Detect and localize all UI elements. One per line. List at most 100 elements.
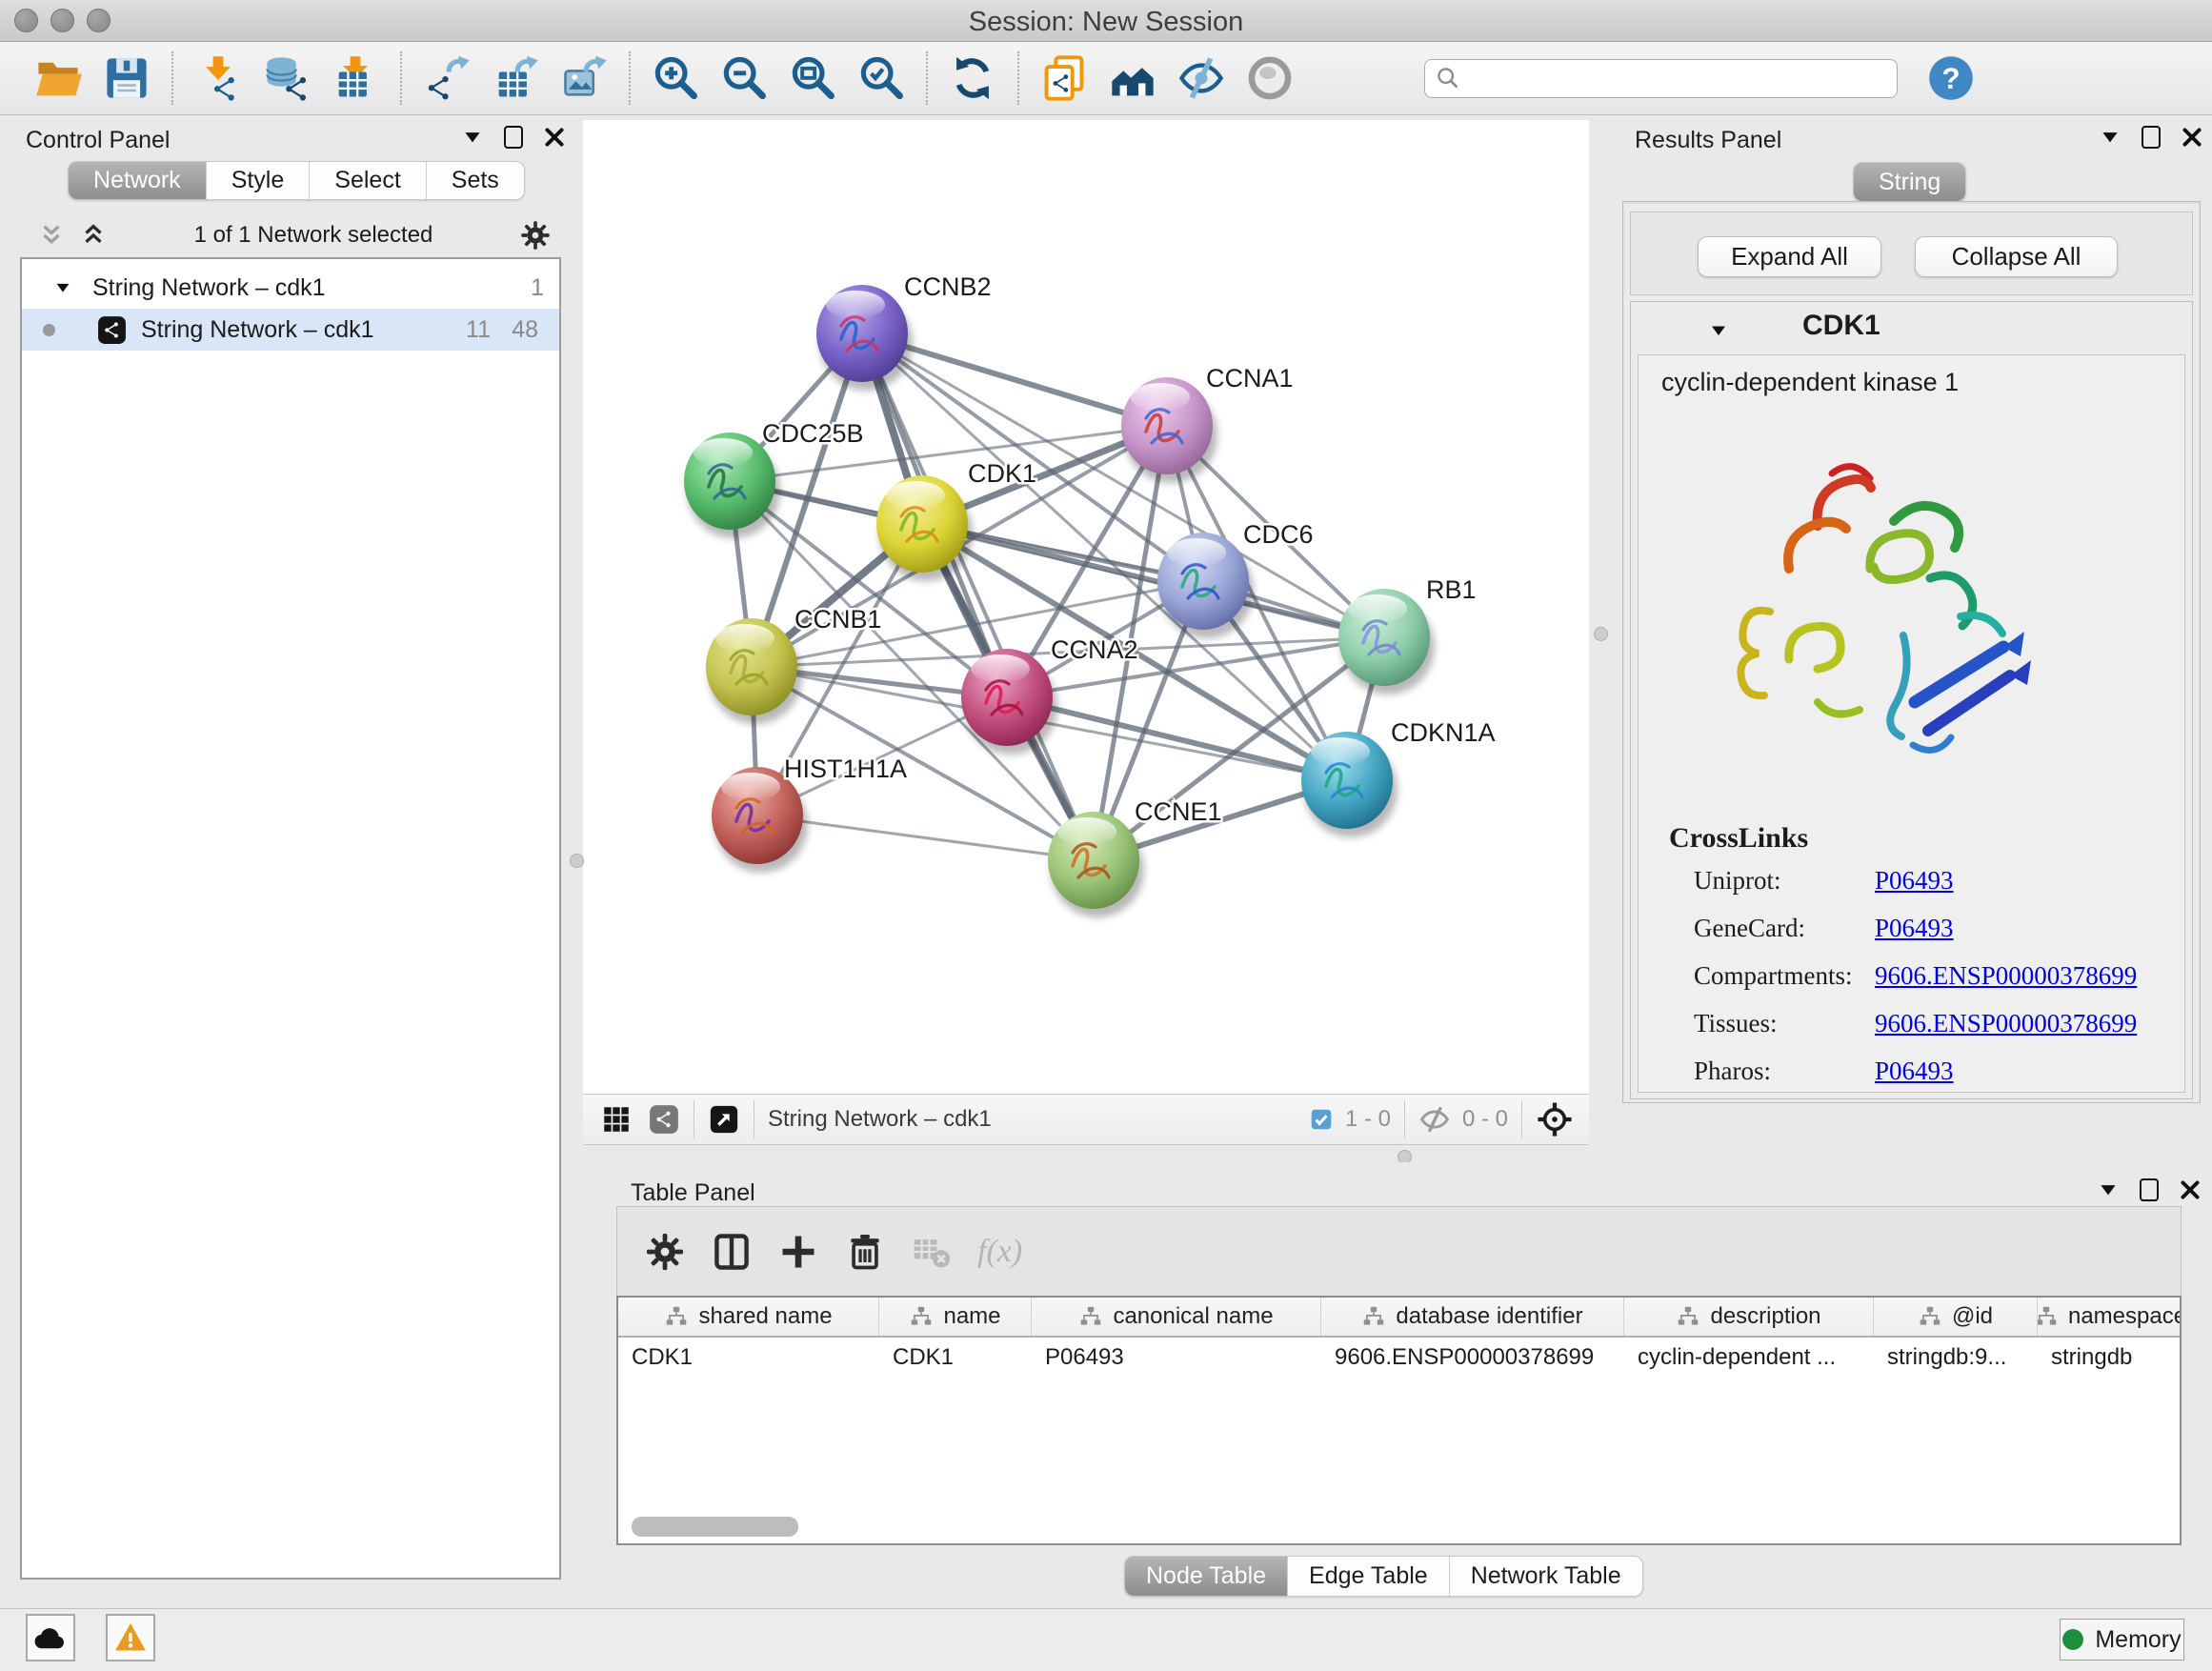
node-CDC25B[interactable] [684, 433, 780, 538]
tab-style[interactable]: Style [207, 162, 311, 199]
tab-select[interactable]: Select [310, 162, 426, 199]
crosslink-value-link[interactable]: 9606.ENSP00000378699 [1875, 961, 2137, 991]
table-cell: stringdb:9... [1874, 1338, 2038, 1378]
table-panel-float-icon[interactable] [2140, 1178, 2159, 1201]
results-panel-float-icon[interactable] [2142, 126, 2161, 149]
zoom-out-button[interactable] [714, 50, 774, 107]
column-header-@id[interactable]: @id [1874, 1298, 2038, 1336]
home-button[interactable] [1103, 50, 1162, 107]
help-button[interactable]: ? [1926, 53, 1976, 103]
node-CDKN1A[interactable] [1301, 732, 1398, 837]
column-header-database-identifier[interactable]: database identifier [1321, 1298, 1624, 1336]
node-CDK1[interactable] [876, 475, 973, 581]
network-tree: String Network – cdk1 1 String Network –… [20, 257, 561, 1580]
left-splitter-handle[interactable] [570, 854, 584, 868]
network-node-count: 11 [466, 316, 491, 344]
crosslink-value-link[interactable]: 9606.ENSP00000378699 [1875, 1009, 2137, 1038]
clone-network-button[interactable] [1035, 50, 1094, 107]
hide-panel-button[interactable] [1172, 50, 1231, 107]
grid-view-icon[interactable] [600, 1103, 633, 1136]
delete-column-icon[interactable] [844, 1231, 886, 1273]
tab-network[interactable]: Network [69, 162, 207, 199]
search-input[interactable] [1461, 62, 1887, 94]
import-database-button[interactable] [257, 50, 316, 107]
column-header-shared-name[interactable]: shared name [618, 1298, 879, 1336]
add-column-icon[interactable] [777, 1231, 819, 1273]
collection-count: 1 [531, 274, 544, 302]
network-edge-count: 48 [512, 316, 538, 344]
node-table[interactable]: shared namenamecanonical namedatabase id… [616, 1296, 2182, 1545]
column-header-canonical-name[interactable]: canonical name [1032, 1298, 1321, 1336]
export-image-button[interactable] [554, 50, 613, 107]
show-panel-button[interactable] [1240, 50, 1299, 107]
fit-selected-crosshair-icon[interactable] [1536, 1100, 1574, 1138]
crosslink-value-link[interactable]: P06493 [1875, 1057, 1954, 1086]
import-network-icon [193, 53, 243, 103]
warnings-button[interactable] [106, 1614, 155, 1661]
right-splitter-handle[interactable] [1594, 627, 1608, 641]
control-panel-close-icon[interactable] [542, 125, 567, 150]
birds-eye-view-icon[interactable] [708, 1103, 740, 1136]
network-badge-icon[interactable] [648, 1103, 680, 1136]
crosslink-row: Tissues:9606.ENSP00000378699 [1694, 1009, 2170, 1038]
expand-all-button[interactable]: Expand All [1698, 236, 1881, 277]
zoom-in-button[interactable] [646, 50, 705, 107]
collapse-all-button[interactable]: Collapse All [1915, 236, 2118, 277]
results-panel-close-icon[interactable] [2180, 125, 2204, 150]
table-panel-menu-icon[interactable] [2096, 1178, 2121, 1202]
crosslinks-heading: CrossLinks [1669, 822, 1808, 855]
node-CCNA1[interactable] [1121, 377, 1217, 483]
open-folder-button[interactable] [29, 50, 88, 107]
results-panel-menu-icon[interactable] [2098, 125, 2122, 150]
node-CCNE1[interactable] [1048, 812, 1144, 917]
network-graph[interactable]: CCNB2CCNA1CDC25BCDK1CDC6RB1CCNB1CCNA2CDK… [583, 120, 1589, 1094]
table-options-gear-icon[interactable] [644, 1231, 686, 1273]
expand-all-networks-icon[interactable] [79, 221, 108, 250]
tab-network-table[interactable]: Network Table [1450, 1557, 1642, 1596]
memory-button[interactable]: Memory [2060, 1619, 2184, 1661]
tab-edge-table[interactable]: Edge Table [1288, 1557, 1450, 1596]
node-label-CCNE1: CCNE1 [1135, 797, 1222, 826]
import-table-button[interactable] [326, 50, 385, 107]
column-header-description[interactable]: description [1624, 1298, 1874, 1336]
show-columns-icon[interactable] [711, 1231, 753, 1273]
cloud-status-button[interactable] [26, 1614, 75, 1661]
home-icon [1108, 53, 1157, 103]
tab-node-table[interactable]: Node Table [1125, 1557, 1288, 1596]
edge-HIST1H1A-CCNE1[interactable] [757, 815, 1094, 860]
refresh-button[interactable] [943, 50, 1002, 107]
collapse-all-networks-icon[interactable] [37, 221, 66, 250]
save-button[interactable] [97, 50, 156, 107]
network-canvas[interactable]: CCNB2CCNA1CDC25BCDK1CDC6RB1CCNB1CCNA2CDK… [583, 120, 1589, 1094]
control-panel-float-icon[interactable] [504, 126, 523, 149]
column-header-name[interactable]: name [879, 1298, 1032, 1336]
export-network-button[interactable] [417, 50, 476, 107]
table-hscrollbar-thumb[interactable] [632, 1517, 798, 1537]
network-options-gear-icon[interactable] [519, 219, 552, 252]
node-label-CDKN1A: CDKN1A [1391, 718, 1496, 747]
node-CCNB2[interactable] [816, 285, 913, 391]
entry-gene-name: CDK1 [1802, 310, 1880, 342]
function-builder-icon: f(x) [977, 1234, 1022, 1270]
selected-checkbox-icon[interactable] [1309, 1107, 1334, 1132]
crosslink-value-link[interactable]: P06493 [1875, 866, 1954, 896]
column-header-namespace[interactable]: namespace [2038, 1298, 2182, 1336]
table-panel-close-icon[interactable] [2178, 1178, 2202, 1202]
export-table-button[interactable] [486, 50, 545, 107]
tab-sets[interactable]: Sets [427, 162, 524, 199]
import-network-button[interactable] [189, 50, 248, 107]
node-CDC6[interactable] [1157, 533, 1254, 638]
collection-expander-icon[interactable] [52, 277, 73, 298]
tab-string[interactable]: String [1854, 163, 1965, 201]
table-row[interactable]: CDK1CDK1P064939606.ENSP00000378699cyclin… [618, 1338, 2180, 1378]
search-box[interactable] [1424, 59, 1898, 98]
entry-collapse-icon[interactable] [1707, 319, 1730, 342]
svg-text:?: ? [1941, 62, 1960, 95]
network-row-selected[interactable]: String Network – cdk1 11 48 [22, 309, 559, 351]
zoom-selected-button[interactable] [852, 50, 911, 107]
crosslink-value-link[interactable]: P06493 [1875, 914, 1954, 943]
zoom-fit-button[interactable] [783, 50, 842, 107]
node-RB1[interactable] [1338, 589, 1435, 695]
network-collection-row[interactable]: String Network – cdk1 1 [22, 267, 559, 309]
control-panel-menu-icon[interactable] [460, 125, 485, 150]
